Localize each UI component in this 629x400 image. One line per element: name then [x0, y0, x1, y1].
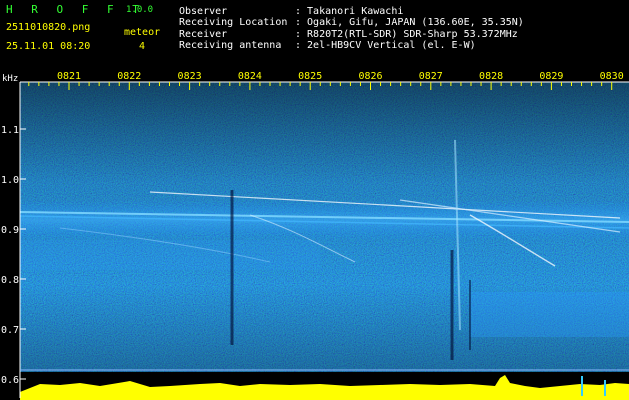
y-tick-label: 1.1	[1, 125, 19, 136]
receiver-value: : R820T2(RTL-SDR) SDR-Sharp 53.372MHz	[295, 29, 518, 40]
spectrogram: 0821 0822 0823 0824 0825 0826 0827 0828 0829 0830…	[1, 71, 629, 400]
meteor-count: 4	[139, 41, 146, 52]
location-value: : Ogaki, Gifu, JAPAN (136.60E, 35.35N)	[295, 17, 524, 28]
observer-label: Observer	[179, 6, 228, 17]
y-tick-label: 0.7	[1, 325, 19, 336]
meteor-label: meteor	[124, 27, 161, 38]
lower-noise-band	[470, 292, 629, 337]
y-tick-label: 0.8	[1, 275, 19, 286]
app-name: H R O F F T	[6, 3, 145, 16]
header-panel: H R O F F T 1.0.0 2511010820.png meteor …	[0, 0, 629, 70]
observer-value: : Takanori Kawachi	[295, 6, 404, 17]
x-tick-label: 0822	[117, 71, 141, 82]
receiver-label: Receiver	[179, 29, 228, 40]
y-tick-label: 1.0	[1, 175, 19, 186]
x-tick-label: 0821	[57, 71, 81, 82]
date-time: 25.11.01 08:20	[6, 41, 91, 52]
location-label: Receiving Location	[179, 17, 288, 28]
x-tick-label: 0823	[178, 71, 202, 82]
antenna-label: Receiving antenna	[179, 40, 282, 51]
lower-noise-band	[20, 240, 320, 270]
x-tick-label: 0825	[298, 71, 322, 82]
x-tick-label: 0824	[238, 71, 262, 82]
app-version: 1.0.0	[126, 5, 154, 15]
y-tick-label: 0.6	[1, 375, 19, 386]
x-tick-label: 0827	[419, 71, 443, 82]
x-tick-label: 0829	[539, 71, 563, 82]
x-tick-label: 0830	[600, 71, 624, 82]
antenna-value: : 2el-HB9CV Vertical (el. E-W)	[295, 40, 476, 51]
x-tick-label: 0826	[358, 71, 382, 82]
x-tick-label: 0828	[479, 71, 503, 82]
file-name: 2511010820.png	[6, 22, 91, 33]
y-tick-label: 0.9	[1, 225, 19, 236]
